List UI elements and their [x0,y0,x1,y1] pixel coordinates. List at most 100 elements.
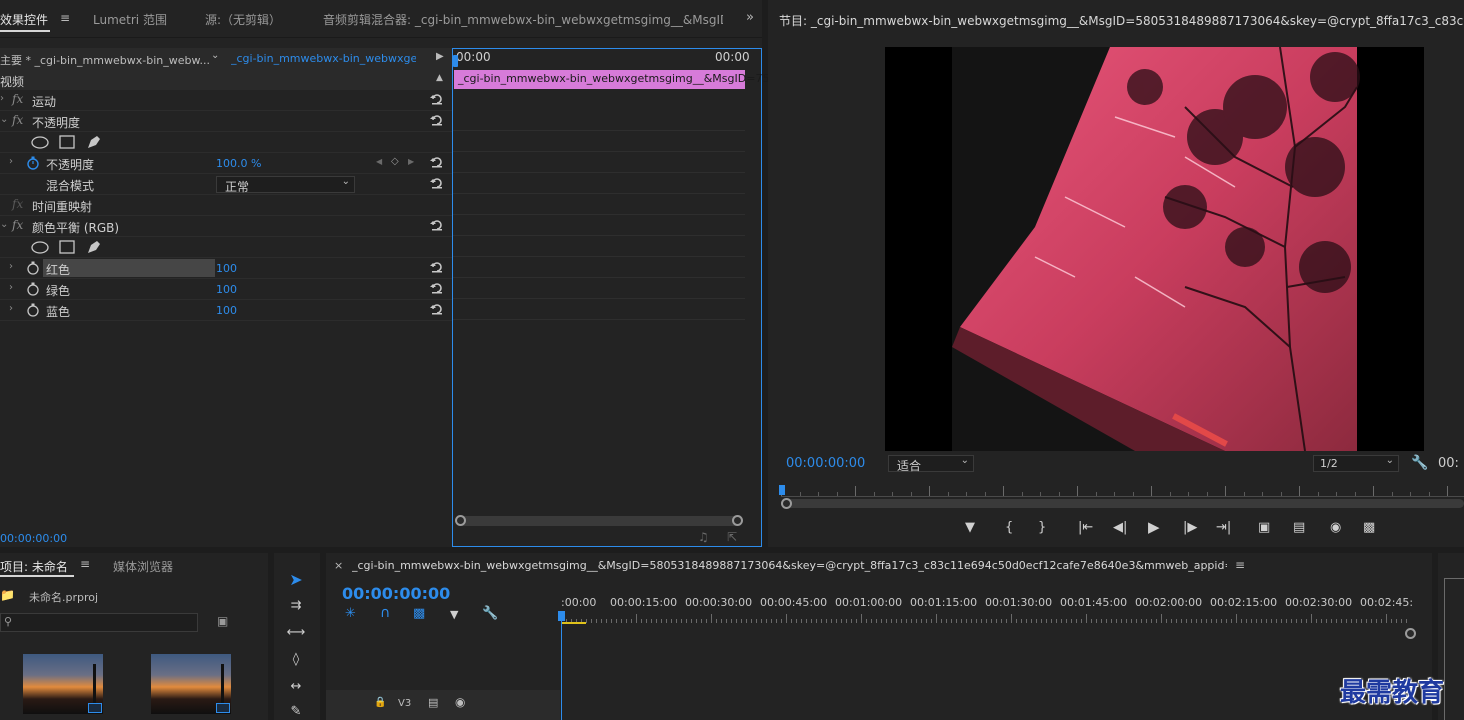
audio-icon[interactable]: ♫ [698,530,709,544]
stopwatch-icon[interactable] [26,303,40,317]
program-timecode[interactable]: 00:00:00:00 [786,456,865,471]
reset-icon[interactable] [430,177,444,190]
clip-label[interactable]: _cgi-bin_mmwebwx-bin_webwxget... [231,52,416,65]
reset-icon[interactable] [430,282,444,295]
track-label-v3[interactable]: V3 [398,698,411,709]
zoom-handle-left[interactable] [781,498,792,509]
timeline-playhead[interactable] [558,611,565,621]
scroll-handle-right[interactable] [732,515,743,526]
export-frame-icon[interactable]: ◉ [1330,520,1341,535]
mark-out-icon[interactable]: } [1038,520,1046,535]
new-bin-icon[interactable]: ▣ [217,614,228,628]
collapse-arrow-icon[interactable]: ⌄ [0,114,8,125]
selection-tool[interactable]: ➤ [283,570,309,592]
ellipse-mask-icon[interactable] [31,241,49,254]
scroll-handle-left[interactable] [455,515,466,526]
add-marker-icon[interactable]: ▼ [965,520,975,535]
opacity-param-row[interactable]: › 不透明度 100.0 % ◀ ◇ ▶ [0,153,452,174]
stopwatch-icon[interactable] [26,156,40,170]
pen-tool[interactable]: ✎ [283,704,309,720]
lock-icon[interactable]: 🔒 [374,697,386,708]
lift-icon[interactable]: ▣ [1258,520,1270,535]
wrench-icon[interactable]: 🔧 [1411,455,1428,471]
panel-menu-icon[interactable]: ≡ [80,557,90,571]
fx-icon[interactable]: fx [12,197,23,211]
mini-scrollbar[interactable] [455,515,743,526]
reset-icon[interactable] [430,261,444,274]
timeline-tab-title[interactable]: _cgi-bin_mmwebwx-bin_webwxgetmsgimg__&Ms… [352,559,1227,572]
nest-icon[interactable]: ✳ [345,606,356,621]
expand-arrow-icon[interactable]: › [0,93,4,104]
timeline-playhead-line[interactable] [561,612,562,720]
timeline-settings-icon[interactable]: 🔧 [482,606,498,621]
tab-effect-controls[interactable]: 效果控件 [0,11,48,28]
blue-value[interactable]: 100 [216,304,237,317]
effects-timecode[interactable]: 00:00:00:00 [0,532,67,545]
thumbnail-clip-1[interactable] [23,654,103,714]
green-param-row[interactable]: › 绿色 100 [0,279,452,300]
snap-icon[interactable]: ∩ [380,605,390,621]
green-value[interactable]: 100 [216,283,237,296]
razor-tool[interactable]: ◊ [283,652,309,674]
linked-selection-icon[interactable]: ▩ [413,606,425,621]
vertical-scroll-handle[interactable] [1405,628,1416,639]
master-dropdown-icon[interactable]: ⌄ [211,50,219,61]
rectangle-mask-icon[interactable] [59,240,75,254]
toggle-sync-icon[interactable]: ▤ [428,696,438,709]
blend-mode-select[interactable]: 正常 ⌄ [216,176,355,194]
extract-icon[interactable]: ▤ [1293,520,1305,535]
expand-arrow-icon[interactable]: › [9,261,13,272]
go-to-out-icon[interactable]: ⇥| [1216,520,1231,535]
project-search-input[interactable]: ⚲ [0,613,198,632]
tab-audio-mixer[interactable]: 音频剪辑混合器: _cgi-bin_mmwebwx-bin_webwxgetms… [323,11,723,28]
master-clip-label[interactable]: 主要 * _cgi-bin_mmwebwx-bin_webw... [0,52,210,68]
tab-lumetri-scopes[interactable]: Lumetri 范围 [93,11,167,28]
comparison-view-icon[interactable]: ▩ [1363,520,1375,535]
mark-in-icon[interactable]: { [1005,520,1013,535]
fx-icon[interactable]: fx [12,113,23,127]
stopwatch-icon[interactable] [26,282,40,296]
pen-mask-icon[interactable] [86,134,102,150]
reset-icon[interactable] [430,156,444,169]
reset-icon[interactable] [430,219,444,232]
fit-select[interactable]: 适合 ⌄ [888,455,974,473]
rectangle-mask-icon[interactable] [59,135,75,149]
step-back-icon[interactable]: ◀| [1113,520,1127,535]
resolution-select[interactable]: 1/2 ⌄ [1313,455,1399,472]
fx-icon[interactable]: fx [12,92,23,106]
effect-row-motion[interactable]: › fx 运动 [0,90,452,111]
tab-media-browser[interactable]: 媒体浏览器 [113,558,173,575]
effect-row-color-balance[interactable]: ⌄ fx 颜色平衡 (RGB) [0,216,452,237]
add-keyframe-icon[interactable]: ◇ [391,156,399,167]
add-marker-icon[interactable]: ▼ [450,608,458,621]
close-icon[interactable]: × [334,559,343,572]
prev-keyframe-icon[interactable]: ◀ [376,157,382,166]
ellipse-mask-icon[interactable] [31,136,49,149]
expand-arrow-icon[interactable]: › [9,303,13,314]
step-forward-icon[interactable]: |▶ [1183,520,1197,535]
red-param-row[interactable]: › 红色 100 [0,258,452,279]
thumbnail-clip-2[interactable] [151,654,231,714]
reset-icon[interactable] [430,93,444,106]
fx-icon[interactable]: fx [12,218,23,232]
go-to-in-icon[interactable]: |⇤ [1078,520,1093,535]
panel-menu-icon[interactable]: ≡ [60,11,70,25]
red-value[interactable]: 100 [216,262,237,275]
collapse-arrow-icon[interactable]: ⌄ [0,219,8,230]
program-zoom-bar[interactable] [781,498,1464,509]
stopwatch-icon[interactable] [26,261,40,275]
track-select-tool[interactable]: ⇉ [283,598,309,620]
pen-mask-icon[interactable] [86,239,102,255]
program-playhead[interactable] [779,485,785,495]
play-only-icon[interactable]: ▶ [436,51,444,62]
play-icon[interactable]: ▶ [1148,518,1160,536]
expand-arrow-icon[interactable]: › [9,156,13,167]
tab-source[interactable]: 源:（无剪辑） [205,11,281,28]
mini-clip-bar[interactable]: _cgi-bin_mmwebwx-bin_webwxgetmsgimg__&Ms… [454,70,769,89]
timeline-timecode[interactable]: 00:00:00:00 [342,584,450,603]
expand-arrow-icon[interactable]: › [9,282,13,293]
collapse-up-icon[interactable]: ▲ [436,73,443,83]
tab-project[interactable]: 项目: 未命名 [0,558,68,575]
opacity-value[interactable]: 100.0 % [216,157,261,170]
next-keyframe-icon[interactable]: ▶ [408,157,414,166]
